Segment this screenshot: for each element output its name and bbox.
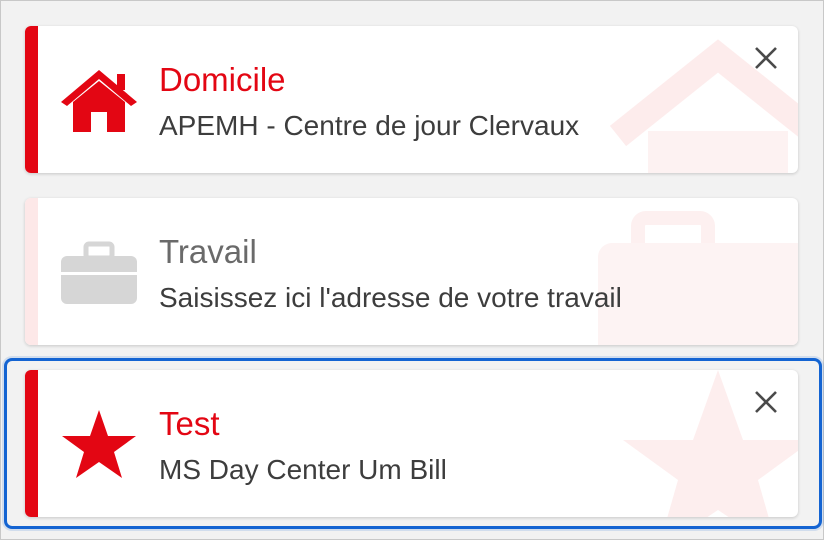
place-card-work[interactable]: Travail Saisissez ici l'adresse de votre…: [25, 198, 798, 345]
place-title: Travail: [159, 233, 257, 270]
place-title: Domicile: [159, 61, 286, 98]
place-card-home[interactable]: Domicile APEMH - Centre de jour Clervaux: [25, 26, 798, 173]
accent-bar: [25, 370, 38, 517]
accent-bar: [25, 26, 38, 173]
briefcase-watermark-icon: [598, 211, 798, 345]
home-icon: [61, 70, 137, 132]
star-icon: [62, 410, 136, 478]
place-address: MS Day Center Um Bill: [159, 454, 447, 485]
close-icon[interactable]: [748, 40, 784, 76]
close-icon[interactable]: [748, 384, 784, 420]
accent-bar: [25, 198, 38, 345]
place-title: Test: [159, 405, 220, 442]
favorites-panel: Domicile APEMH - Centre de jour Clervaux…: [0, 0, 824, 540]
place-card-favorite[interactable]: Test MS Day Center Um Bill: [25, 370, 798, 517]
briefcase-icon: [61, 241, 137, 304]
place-address: Saisissez ici l'adresse de votre travail: [159, 282, 622, 313]
place-address: APEMH - Centre de jour Clervaux: [159, 110, 580, 141]
